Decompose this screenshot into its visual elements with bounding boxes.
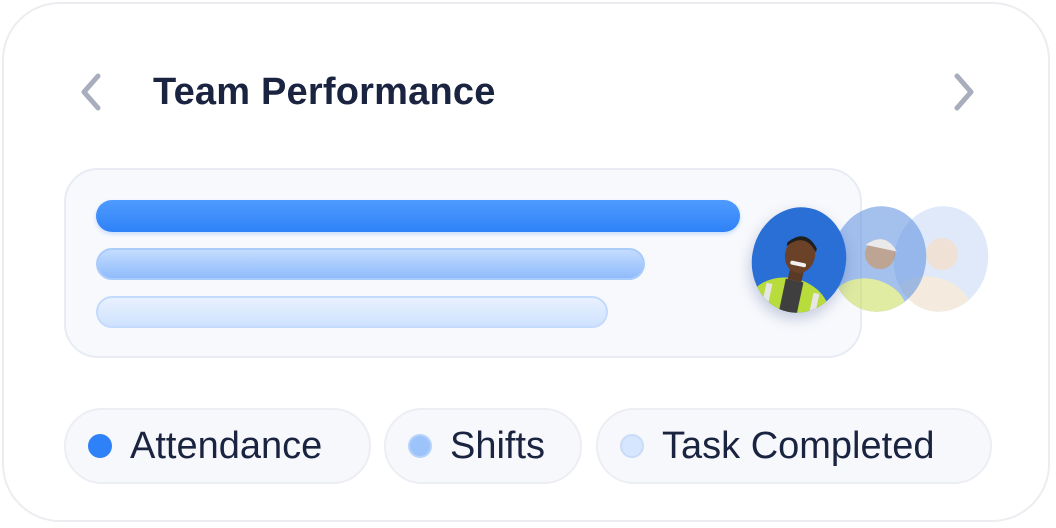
shifts-track	[96, 248, 645, 280]
task-completed-track	[96, 296, 608, 328]
attendance-bar	[96, 200, 740, 232]
legend-shifts[interactable]: Shifts	[384, 408, 582, 484]
previous-button[interactable]	[72, 72, 112, 112]
legend-task-completed[interactable]: Task Completed	[596, 408, 992, 484]
attendance-dot	[88, 434, 112, 458]
attendance-track	[96, 200, 740, 232]
task-completed-bar	[96, 296, 608, 328]
chevron-left-icon	[81, 73, 101, 111]
legend-label: Task Completed	[662, 425, 935, 467]
card-title: Team Performance	[153, 71, 496, 113]
legend-label: Attendance	[130, 425, 323, 467]
task-completed-dot	[620, 434, 644, 458]
shifts-bar	[96, 248, 645, 280]
legend-label: Shifts	[450, 425, 546, 467]
chevron-right-icon	[954, 73, 974, 111]
shifts-dot	[408, 434, 432, 458]
next-button[interactable]	[943, 72, 983, 112]
legend-attendance[interactable]: Attendance	[64, 408, 371, 484]
